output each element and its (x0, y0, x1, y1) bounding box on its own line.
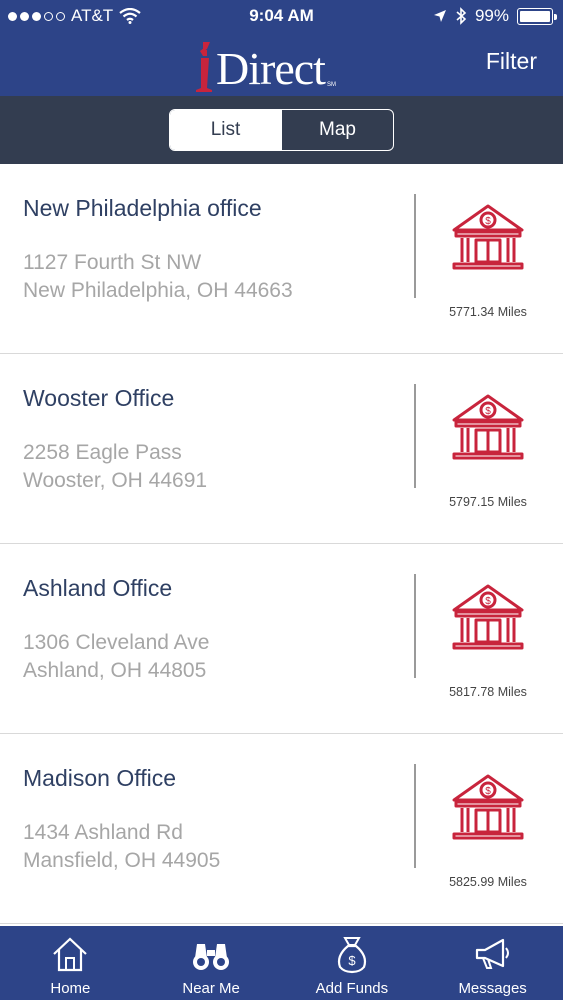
list-tab[interactable]: List (170, 110, 281, 150)
location-city: Ashland, OH 44805 (23, 659, 207, 682)
location-distance: 5771.34 Miles (449, 305, 527, 319)
bank-icon: $ (452, 774, 524, 840)
location-street: 1434 Ashland Rd (23, 821, 183, 844)
bluetooth-icon (456, 7, 467, 25)
row-divider (414, 194, 416, 298)
location-row[interactable]: Madison Office 1434 Ashland Rd Mansfield… (0, 734, 563, 924)
home-icon (53, 937, 88, 972)
logo-text: Direct (216, 43, 326, 94)
location-distance: 5797.15 Miles (449, 495, 527, 509)
tab-near-me-label: Near Me (182, 980, 240, 997)
location-name: New Philadelphia office (23, 195, 262, 221)
location-street: 1127 Fourth St NW (23, 251, 202, 274)
bank-icon: $ (452, 394, 524, 460)
view-toggle: List Map (169, 109, 394, 151)
status-bar: AT&T 9:04 AM 99% (0, 0, 563, 34)
svg-text:$: $ (348, 953, 356, 968)
location-distance: 5817.78 Miles (449, 685, 527, 699)
money-bag-icon: $ (337, 937, 366, 974)
bank-icon: $ (452, 204, 524, 270)
tab-home[interactable]: Home (0, 926, 141, 1000)
battery-percent: 99% (474, 6, 509, 25)
row-divider (414, 764, 416, 868)
tab-messages-label: Messages (458, 980, 527, 997)
svg-text:$: $ (485, 596, 491, 607)
location-name: Madison Office (23, 765, 176, 791)
tab-home-label: Home (50, 980, 91, 997)
tab-bar: Home Near Me $ Add Funds Messages (0, 926, 563, 1000)
logo-i-mark (196, 42, 212, 92)
location-distance: 5825.99 Miles (449, 875, 527, 889)
filter-button[interactable]: Filter (486, 48, 537, 75)
svg-text:$: $ (485, 406, 491, 417)
location-row[interactable]: New Philadelphia office 1127 Fourth St N… (0, 164, 563, 354)
location-street: 2258 Eagle Pass (23, 441, 182, 464)
svg-text:$: $ (485, 216, 491, 227)
logo-service-mark: SM (326, 82, 336, 88)
app-logo: Direct SM (194, 38, 336, 94)
tab-add-funds[interactable]: $ Add Funds (282, 926, 423, 1000)
segment-bar: List Map (0, 96, 563, 164)
location-street: 1306 Cleveland Ave (23, 631, 210, 654)
tab-messages[interactable]: Messages (422, 926, 563, 1000)
battery-level (520, 10, 550, 22)
binoculars-icon (193, 944, 230, 970)
tab-near-me[interactable]: Near Me (141, 926, 282, 1000)
location-city: New Philadelphia, OH 44663 (23, 279, 293, 302)
location-city: Wooster, OH 44691 (23, 469, 208, 492)
row-divider (414, 574, 416, 678)
megaphone-icon (475, 938, 509, 969)
map-tab[interactable]: Map (281, 110, 393, 150)
svg-text:$: $ (485, 786, 491, 797)
nav-bar: Direct SM Filter (0, 34, 563, 96)
location-name: Ashland Office (23, 575, 173, 601)
bank-icon: $ (452, 584, 524, 650)
location-row[interactable]: Ashland Office 1306 Cleveland Ave Ashlan… (0, 544, 563, 734)
tab-add-funds-label: Add Funds (315, 980, 389, 997)
battery-icon (517, 7, 557, 25)
location-name: Wooster Office (23, 385, 175, 411)
location-arrow-icon (433, 10, 446, 22)
location-row[interactable]: Wooster Office 2258 Eagle Pass Wooster, … (0, 354, 563, 544)
status-right: 99% (433, 6, 557, 26)
locations-list: New Philadelphia office 1127 Fourth St N… (0, 164, 563, 926)
location-city: Mansfield, OH 44905 (23, 849, 221, 872)
row-divider (414, 384, 416, 488)
